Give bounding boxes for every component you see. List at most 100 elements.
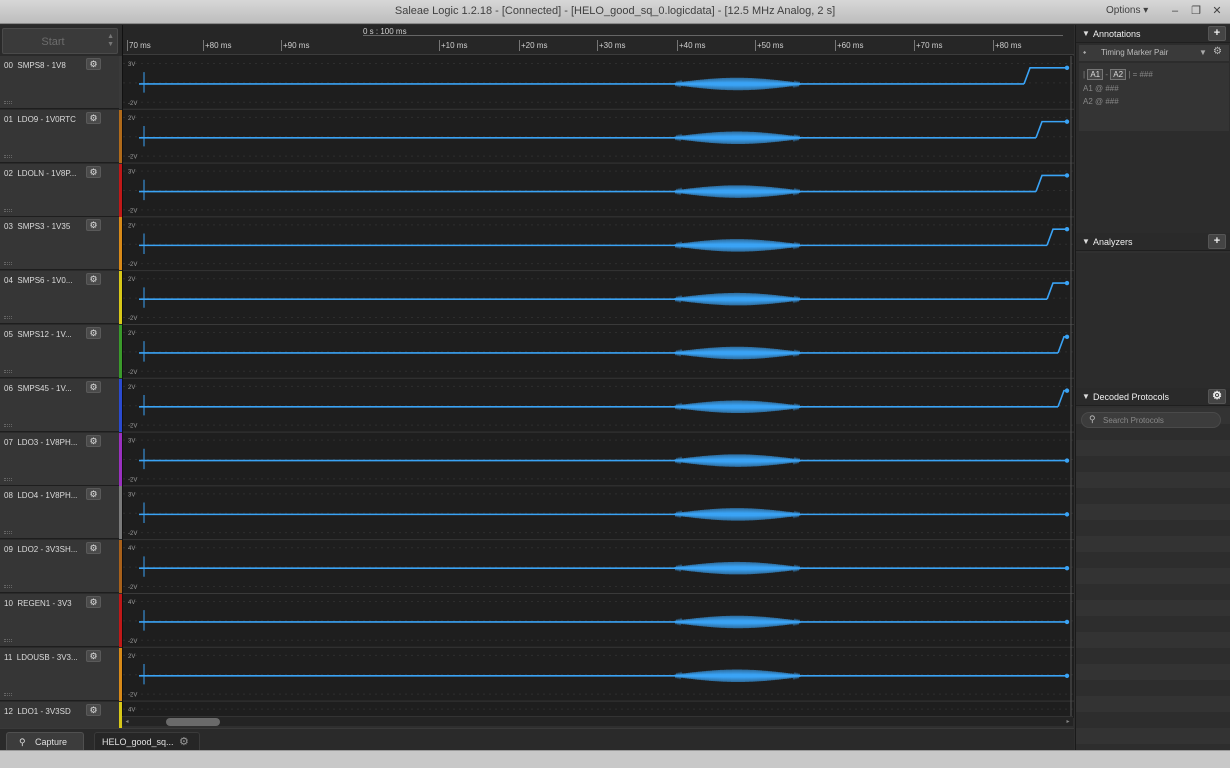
title-bar: Saleae Logic 1.2.18 - [Connected] - [HEL…: [0, 0, 1230, 24]
channel-bottom-voltage-label: -2V: [128, 262, 137, 268]
channel-bottom-voltage-label: -2V: [128, 693, 137, 699]
drag-handle-icon[interactable]: [4, 478, 12, 481]
channel-trace[interactable]: 4V -2V: [123, 594, 1074, 648]
waveform-area[interactable]: 0 s : 100 ms 70 ms +80 ms +90 ms +10 ms +20 …: [122, 25, 1074, 718]
start-options-arrows-icon[interactable]: ▲ ▼: [107, 33, 114, 49]
analyzers-title: Analyzers: [1093, 237, 1133, 247]
channel-settings-gear-icon[interactable]: ⚙: [86, 327, 101, 339]
channel-trace[interactable]: 2V -2V: [123, 378, 1074, 433]
drag-handle-icon[interactable]: [4, 209, 12, 212]
options-menu[interactable]: Options ▾: [1106, 5, 1148, 16]
drag-handle-icon[interactable]: [4, 531, 12, 534]
decoded-protocols-header[interactable]: ▼ Decoded Protocols ⚙: [1076, 388, 1230, 406]
channel-label[interactable]: 03 SMPS3 - 1V35 ⚙: [0, 217, 122, 270]
drag-handle-icon[interactable]: [4, 262, 12, 265]
analyzers-header[interactable]: ▼ Analyzers +: [1076, 233, 1230, 251]
channel-settings-gear-icon[interactable]: ⚙: [86, 435, 101, 447]
dropdown-icon[interactable]: ▼: [1199, 48, 1207, 57]
channel-settings-gear-icon[interactable]: ⚙: [86, 219, 101, 231]
channel-settings-gear-icon[interactable]: ⚙: [86, 542, 101, 554]
ruler-tick-label: +10 ms: [441, 41, 468, 50]
drag-handle-icon[interactable]: [4, 316, 12, 319]
trace-canvas[interactable]: 3V -2V 2V -2V 3V -2V 2V -2V 2V -2V 2V -2V 2V -2V 3V -2V…: [123, 56, 1074, 718]
drag-handle-icon[interactable]: [4, 424, 12, 427]
channel-label[interactable]: 11 LDOUSB - 3V3... ⚙: [0, 648, 122, 701]
ruler-tick-label: +60 ms: [837, 41, 864, 50]
channel-label[interactable]: 07 LDO3 - 1V8PH... ⚙: [0, 433, 122, 486]
marker-a2-button[interactable]: A2: [1110, 69, 1127, 80]
channel-name: 00 SMPS8 - 1V8: [4, 61, 66, 70]
scroll-right-icon[interactable]: ▸: [1063, 717, 1073, 727]
channel-label[interactable]: 05 SMPS12 - 1V... ⚙: [0, 325, 122, 378]
channel-trace[interactable]: 2V -2V: [123, 109, 1074, 164]
search-protocols-box[interactable]: ⚲: [1081, 412, 1221, 428]
channel-settings-gear-icon[interactable]: ⚙: [86, 650, 101, 662]
drag-handle-icon[interactable]: [4, 693, 12, 696]
channel-label[interactable]: 06 SMPS45 - 1V... ⚙: [0, 379, 122, 432]
channel-bottom-voltage-label: -2V: [128, 585, 137, 591]
channel-label[interactable]: 09 LDO2 - 3V3SH... ⚙: [0, 540, 122, 593]
ruler-tick: [203, 40, 204, 51]
channel-trace[interactable]: 2V -2V: [123, 647, 1074, 702]
timing-marker-pair-row[interactable]: ⬩ Timing Marker Pair ▼ ⚙: [1079, 45, 1229, 61]
channel-settings-gear-icon[interactable]: ⚙: [86, 704, 101, 716]
timing-marker-pair-label: Timing Marker Pair: [1101, 48, 1169, 57]
minimize-button[interactable]: –: [1166, 3, 1184, 19]
channel-settings-gear-icon[interactable]: ⚙: [86, 381, 101, 393]
time-ruler: 0 s : 100 ms 70 ms +80 ms +90 ms +10 ms +20 …: [123, 25, 1074, 55]
channel-settings-gear-icon[interactable]: ⚙: [86, 112, 101, 124]
ruler-tick-label: +70 ms: [916, 41, 943, 50]
drag-handle-icon[interactable]: [4, 639, 12, 642]
close-button[interactable]: ✕: [1208, 3, 1226, 19]
channel-top-voltage-label: 2V: [128, 277, 135, 283]
scrollbar-thumb[interactable]: [166, 718, 220, 726]
decoded-settings-gear-icon[interactable]: ⚙: [1208, 389, 1226, 404]
tab-capture[interactable]: ⚲ Capture: [6, 732, 84, 750]
channel-label[interactable]: 04 SMPS6 - 1V0... ⚙: [0, 271, 122, 324]
tab-file[interactable]: HELO_good_sq... ⚙: [94, 732, 200, 750]
channel-label[interactable]: 00 SMPS8 - 1V8 ⚙: [0, 56, 122, 109]
collapse-triangle-icon[interactable]: ▼: [1082, 29, 1090, 38]
ruler-tick: [755, 40, 756, 51]
channel-settings-gear-icon[interactable]: ⚙: [86, 273, 101, 285]
ruler-tick: [597, 40, 598, 51]
capture-icon: ⚲: [19, 737, 26, 747]
gear-icon[interactable]: ⚙: [1213, 46, 1222, 57]
pin-icon[interactable]: ⬩: [1083, 47, 1086, 58]
channel-top-voltage-label: 4V: [128, 546, 135, 552]
channel-label[interactable]: 10 REGEN1 - 3V3 ⚙: [0, 594, 122, 647]
channel-settings-gear-icon[interactable]: ⚙: [86, 166, 101, 178]
collapse-triangle-icon[interactable]: ▼: [1082, 392, 1090, 401]
channel-label[interactable]: 01 LDO9 - 1V0RTC ⚙: [0, 110, 122, 163]
add-analyzer-button[interactable]: +: [1208, 234, 1226, 249]
channel-trace[interactable]: 2V -2V: [123, 217, 1074, 272]
search-protocols-input[interactable]: [1103, 414, 1215, 426]
tab-gear-icon[interactable]: ⚙: [179, 735, 189, 748]
channel-trace[interactable]: 2V -2V: [123, 271, 1074, 325]
add-annotation-button[interactable]: +: [1208, 26, 1226, 41]
start-button[interactable]: Start ▲ ▼: [2, 28, 118, 54]
channel-settings-gear-icon[interactable]: ⚙: [86, 596, 101, 608]
channel-label[interactable]: 02 LDOLN - 1V8P... ⚙: [0, 164, 122, 217]
channel-trace[interactable]: 4V -2V: [123, 540, 1074, 594]
channel-trace[interactable]: 3V -2V: [123, 432, 1074, 487]
drag-handle-icon[interactable]: [4, 101, 12, 104]
horizontal-scrollbar[interactable]: ◂ ▸: [122, 716, 1073, 726]
drag-handle-icon[interactable]: [4, 155, 12, 158]
annotations-header[interactable]: ▼ Annotations +: [1076, 25, 1230, 43]
restore-button[interactable]: ❐: [1187, 3, 1205, 19]
drag-handle-icon[interactable]: [4, 585, 12, 588]
marker-a1-button[interactable]: A1: [1087, 69, 1104, 80]
channel-trace[interactable]: 3V -2V: [123, 56, 1074, 110]
drag-handle-icon[interactable]: [4, 370, 12, 373]
marker-a1-row: A1 @ ###: [1083, 84, 1119, 93]
ruler-tick: [914, 40, 915, 51]
channel-label[interactable]: 08 LDO4 - 1V8PH... ⚙: [0, 486, 122, 539]
channel-trace[interactable]: 3V -2V: [123, 163, 1074, 218]
channel-settings-gear-icon[interactable]: ⚙: [86, 58, 101, 70]
channel-trace[interactable]: 3V -2V: [123, 486, 1074, 541]
collapse-triangle-icon[interactable]: ▼: [1082, 237, 1090, 246]
channel-trace[interactable]: 2V -2V: [123, 325, 1074, 379]
scroll-left-icon[interactable]: ◂: [122, 717, 132, 727]
channel-settings-gear-icon[interactable]: ⚙: [86, 488, 101, 500]
